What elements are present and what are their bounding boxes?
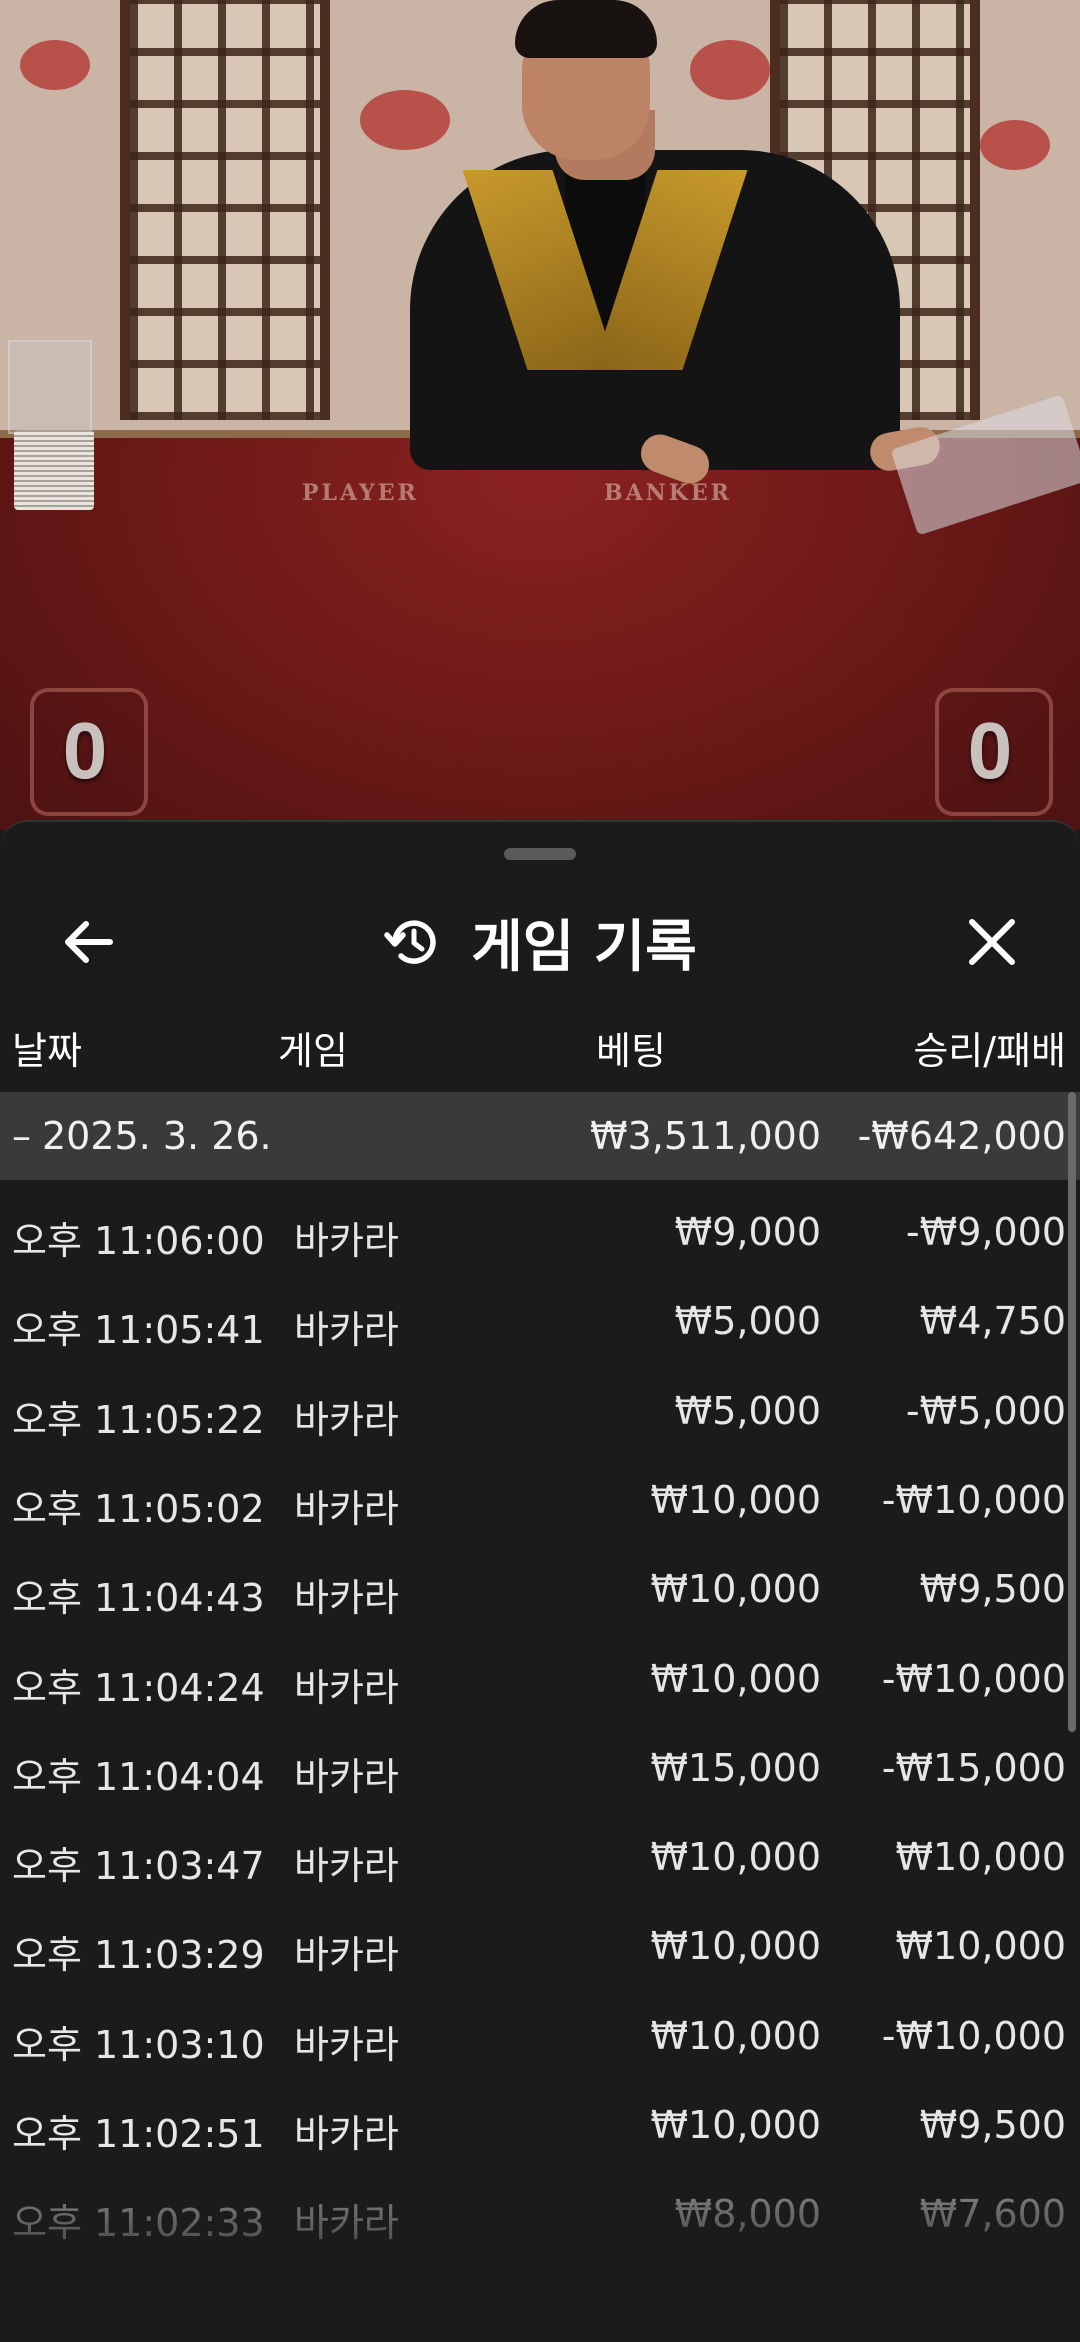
- row-result: ₩4,750: [919, 1299, 1066, 1343]
- row-time: 오후 11:02:51: [12, 2112, 265, 2156]
- table-row[interactable]: 오후 11:04:24 바카라 ₩10,000 -₩10,000: [0, 1635, 1080, 1724]
- table-label-player: PLAYER: [302, 480, 419, 506]
- row-bet: ₩10,000: [650, 1835, 821, 1879]
- column-header-date[interactable]: 날짜: [12, 1020, 82, 1075]
- blossom-decoration: [690, 40, 770, 100]
- row-game: 바카라: [294, 1755, 399, 1799]
- row-bet: ₩10,000: [650, 1567, 821, 1611]
- table-row[interactable]: 오후 11:05:41 바카라 ₩5,000 ₩4,750: [0, 1277, 1080, 1366]
- row-time: 오후 11:04:04: [12, 1755, 265, 1799]
- group-collapse-toggle[interactable]: –: [12, 1114, 31, 1158]
- table-row[interactable]: 오후 11:02:51 바카라 ₩10,000 ₩9,500: [0, 2081, 1080, 2170]
- row-game: 바카라: [294, 1576, 399, 1620]
- blossom-decoration: [360, 90, 450, 150]
- row-time: 오후 11:05:02: [12, 1487, 265, 1531]
- row-time: 오후 11:03:47: [12, 1844, 265, 1888]
- row-bet: ₩10,000: [650, 1478, 821, 1522]
- table-row[interactable]: 오후 11:06:00 바카라 ₩9,000 -₩9,000: [0, 1188, 1080, 1277]
- row-result: -₩15,000: [881, 1746, 1066, 1790]
- row-result: ₩10,000: [895, 1924, 1066, 1968]
- row-bet: ₩10,000: [650, 2014, 821, 2058]
- table-row[interactable]: 오후 11:04:43 바카라 ₩10,000 ₩9,500: [0, 1545, 1080, 1634]
- row-result: -₩10,000: [881, 2014, 1066, 2058]
- row-game: 바카라: [294, 1933, 399, 1977]
- sheet-drag-handle[interactable]: [504, 848, 576, 860]
- row-bet: ₩10,000: [650, 2103, 821, 2147]
- group-result-total: -₩642,000: [857, 1114, 1066, 1158]
- row-time: 오후 11:04:24: [12, 1666, 265, 1710]
- row-game: 바카라: [294, 1487, 399, 1531]
- date-group-row[interactable]: – 2025. 3. 26. ₩3,511,000 -₩642,000: [0, 1092, 1080, 1180]
- row-result: -₩9,000: [905, 1210, 1066, 1254]
- row-time: 오후 11:04:43: [12, 1576, 265, 1620]
- table-row[interactable]: 오후 11:03:10 바카라 ₩10,000 -₩10,000: [0, 1992, 1080, 2081]
- row-result: -₩5,000: [905, 1389, 1066, 1433]
- column-header-bet[interactable]: 베팅: [596, 1020, 666, 1075]
- row-result: ₩9,500: [919, 2103, 1066, 2147]
- player-score: 0: [62, 706, 108, 795]
- row-game: 바카라: [294, 2023, 399, 2067]
- list-fade: [0, 2200, 1080, 2340]
- row-time: 오후 11:03:29: [12, 1933, 265, 1977]
- row-game: 바카라: [294, 1308, 399, 1352]
- row-bet: ₩10,000: [650, 1657, 821, 1701]
- table-row[interactable]: 오후 11:04:04 바카라 ₩15,000 -₩15,000: [0, 1724, 1080, 1813]
- row-bet: ₩10,000: [650, 1924, 821, 1968]
- blossom-decoration: [980, 120, 1050, 170]
- row-game: 바카라: [294, 1666, 399, 1710]
- card-stack: [14, 430, 94, 510]
- live-video-feed: PLAYER BANKER 0 0: [0, 0, 1080, 830]
- row-game: 바카라: [294, 1219, 399, 1263]
- row-time: 오후 11:05:41: [12, 1308, 265, 1352]
- group-date: 2025. 3. 26.: [42, 1114, 272, 1158]
- column-header-result[interactable]: 승리/패배: [913, 1020, 1066, 1075]
- table-label-banker: BANKER: [604, 480, 732, 506]
- group-bet-total: ₩3,511,000: [590, 1114, 821, 1158]
- row-time: 오후 11:05:22: [12, 1398, 265, 1442]
- banker-score: 0: [967, 706, 1013, 795]
- row-bet: ₩5,000: [674, 1389, 821, 1433]
- table-row[interactable]: 오후 11:05:22 바카라 ₩5,000 -₩5,000: [0, 1367, 1080, 1456]
- row-time: 오후 11:03:10: [12, 2023, 265, 2067]
- sheet-header: 게임 기록: [0, 892, 1080, 992]
- close-button[interactable]: [942, 892, 1042, 992]
- page-title: 게임 기록: [471, 914, 697, 980]
- row-game: 바카라: [294, 1844, 399, 1888]
- column-header-game[interactable]: 게임: [278, 1020, 348, 1075]
- row-game: 바카라: [294, 2112, 399, 2156]
- table-row[interactable]: 오후 11:03:47 바카라 ₩10,000 ₩10,000: [0, 1813, 1080, 1902]
- row-game: 바카라: [294, 1398, 399, 1442]
- blossom-decoration: [20, 40, 90, 90]
- row-result: ₩10,000: [895, 1835, 1066, 1879]
- table-row[interactable]: 오후 11:05:02 바카라 ₩10,000 -₩10,000: [0, 1456, 1080, 1545]
- row-time: 오후 11:06:00: [12, 1219, 265, 1263]
- row-bet: ₩5,000: [674, 1299, 821, 1343]
- close-icon: [969, 919, 1015, 965]
- discard-holder: [8, 340, 92, 434]
- table-row[interactable]: 오후 11:03:29 바카라 ₩10,000 ₩10,000: [0, 1902, 1080, 1991]
- row-result: -₩10,000: [881, 1657, 1066, 1701]
- row-bet: ₩9,000: [674, 1210, 821, 1254]
- row-result: -₩10,000: [881, 1478, 1066, 1522]
- lattice-panel-left: [120, 0, 330, 420]
- history-icon: [384, 920, 436, 964]
- row-bet: ₩15,000: [650, 1746, 821, 1790]
- row-result: ₩9,500: [919, 1567, 1066, 1611]
- dealer-hair: [515, 0, 657, 58]
